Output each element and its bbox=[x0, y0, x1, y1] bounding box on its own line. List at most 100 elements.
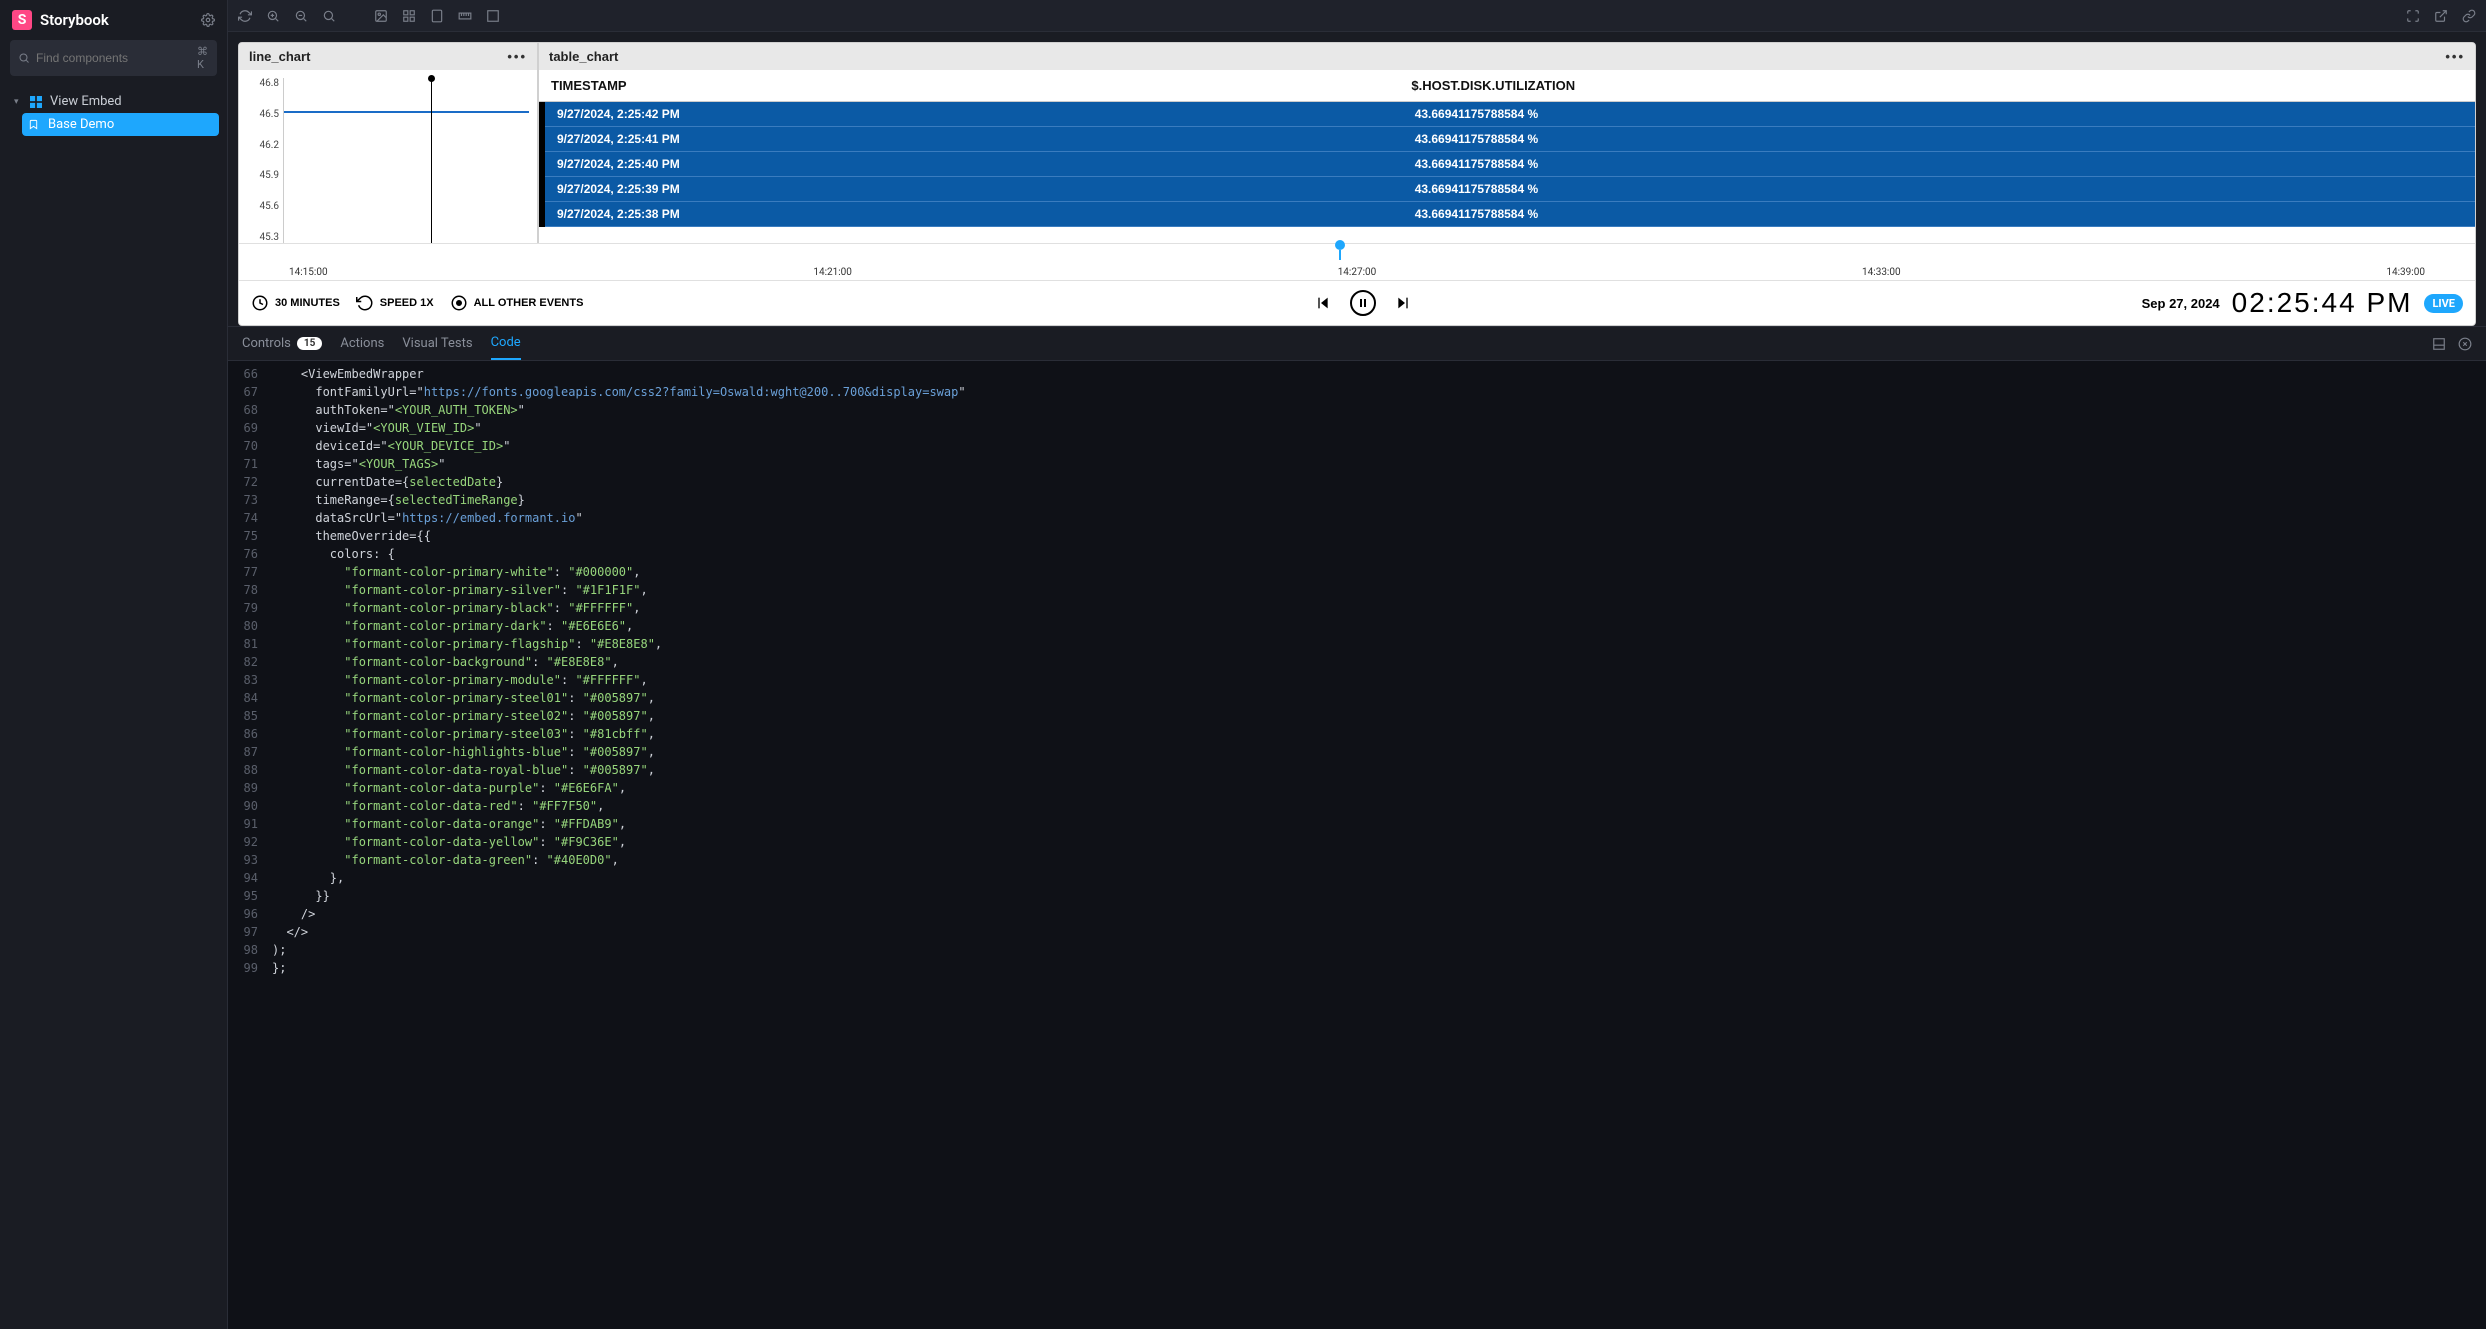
measure-icon[interactable] bbox=[458, 9, 472, 23]
chevron-down-icon: ▾ bbox=[14, 97, 24, 107]
sidebar-item-label: Base Demo bbox=[48, 117, 114, 132]
col-header-timestamp[interactable]: TIMESTAMP bbox=[551, 78, 1411, 93]
line-chart-panel: line_chart ••• 46.8 46.5 46.2 45.9 45.6 … bbox=[239, 43, 539, 243]
code-line: 71 tags="<YOUR_TAGS>" bbox=[228, 455, 2486, 473]
zoom-out-icon[interactable] bbox=[294, 9, 308, 23]
menu-icon[interactable] bbox=[201, 13, 215, 27]
x-tick: 14:27:00 bbox=[1338, 267, 1377, 278]
col-header-value[interactable]: $.HOST.DISK.UTILIZATION bbox=[1411, 78, 2463, 93]
table-row[interactable]: 9/27/2024, 2:25:41 PM43.66941175788584 % bbox=[545, 127, 2475, 152]
code-line: 75 themeOverride={{ bbox=[228, 527, 2486, 545]
storybook-logo-icon: S bbox=[12, 10, 32, 30]
y-tick: 46.5 bbox=[247, 109, 279, 120]
tab-actions[interactable]: Actions bbox=[340, 327, 384, 360]
more-icon[interactable]: ••• bbox=[507, 49, 527, 64]
code-line: 83 "formant-color-primary-module": "#FFF… bbox=[228, 671, 2486, 689]
code-line: 70 deviceId="<YOUR_DEVICE_ID>" bbox=[228, 437, 2486, 455]
more-icon[interactable]: ••• bbox=[2445, 49, 2465, 64]
copy-link-icon[interactable] bbox=[2462, 9, 2476, 23]
sidebar: S Storybook ⌘ K ▾ View Embed bbox=[0, 0, 228, 1329]
main: line_chart ••• 46.8 46.5 46.2 45.9 45.6 … bbox=[228, 0, 2486, 1329]
table-header: TIMESTAMP $.HOST.DISK.UTILIZATION bbox=[539, 70, 2475, 102]
events-button[interactable]: ALL OTHER EVENTS bbox=[450, 294, 584, 312]
code-line: 97 </> bbox=[228, 923, 2486, 941]
live-badge[interactable]: LIVE bbox=[2424, 294, 2463, 313]
cell-timestamp: 9/27/2024, 2:25:41 PM bbox=[557, 132, 1415, 146]
skip-forward-button[interactable] bbox=[1390, 290, 1416, 316]
story-tree: ▾ View Embed Base Demo bbox=[0, 86, 227, 140]
y-tick: 45.9 bbox=[247, 170, 279, 181]
open-new-tab-icon[interactable] bbox=[2434, 9, 2448, 23]
line-number: 92 bbox=[228, 833, 272, 851]
sync-icon[interactable] bbox=[238, 9, 252, 23]
table-row[interactable]: 9/27/2024, 2:25:39 PM43.66941175788584 % bbox=[545, 177, 2475, 202]
bookmark-icon bbox=[28, 119, 42, 130]
code-line: 87 "formant-color-highlights-blue": "#00… bbox=[228, 743, 2486, 761]
timeline[interactable] bbox=[239, 243, 2475, 265]
skip-back-button[interactable] bbox=[1310, 290, 1336, 316]
code-line: 82 "formant-color-background": "#E8E8E8"… bbox=[228, 653, 2486, 671]
line-number: 97 bbox=[228, 923, 272, 941]
line-number: 90 bbox=[228, 797, 272, 815]
line-number: 93 bbox=[228, 851, 272, 869]
code-line: 78 "formant-color-primary-silver": "#1F1… bbox=[228, 581, 2486, 599]
preview-canvas: line_chart ••• 46.8 46.5 46.2 45.9 45.6 … bbox=[238, 42, 2476, 326]
line-number: 71 bbox=[228, 455, 272, 473]
time-cursor[interactable] bbox=[431, 78, 432, 243]
line-number: 72 bbox=[228, 473, 272, 491]
line-number: 83 bbox=[228, 671, 272, 689]
line-number: 68 bbox=[228, 401, 272, 419]
pause-button[interactable] bbox=[1350, 290, 1376, 316]
addon-orientation-icon[interactable] bbox=[2432, 337, 2446, 351]
line-number: 98 bbox=[228, 941, 272, 959]
x-tick: 14:39:00 bbox=[2386, 267, 2425, 278]
events-label: ALL OTHER EVENTS bbox=[474, 297, 584, 309]
code-line: 73 timeRange={selectedTimeRange} bbox=[228, 491, 2486, 509]
speed-label: SPEED 1X bbox=[380, 297, 434, 309]
grid-icon[interactable] bbox=[402, 9, 416, 23]
timeline-playhead[interactable] bbox=[1335, 240, 1345, 250]
code-line: 90 "formant-color-data-red": "#FF7F50", bbox=[228, 797, 2486, 815]
code-line: 96 /> bbox=[228, 905, 2486, 923]
duration-button[interactable]: 30 MINUTES bbox=[251, 294, 340, 312]
line-chart[interactable]: 46.8 46.5 46.2 45.9 45.6 45.3 bbox=[239, 70, 537, 243]
sidebar-item-view-embed[interactable]: ▾ View Embed bbox=[8, 90, 219, 113]
fullscreen-icon[interactable] bbox=[2406, 9, 2420, 23]
logo[interactable]: S Storybook bbox=[12, 10, 109, 30]
close-addons-icon[interactable] bbox=[2458, 337, 2472, 351]
tab-visual-tests[interactable]: Visual Tests bbox=[402, 327, 472, 360]
line-number: 99 bbox=[228, 959, 272, 977]
code-line: 67 fontFamilyUrl="https://fonts.googleap… bbox=[228, 383, 2486, 401]
zoom-reset-icon[interactable] bbox=[322, 9, 336, 23]
code-line: 86 "formant-color-primary-steel03": "#81… bbox=[228, 725, 2486, 743]
table-row[interactable]: 9/27/2024, 2:25:38 PM43.66941175788584 % bbox=[545, 202, 2475, 227]
sidebar-item-base-demo[interactable]: Base Demo bbox=[22, 113, 219, 136]
table-row[interactable]: 9/27/2024, 2:25:40 PM43.66941175788584 % bbox=[545, 152, 2475, 177]
line-number: 95 bbox=[228, 887, 272, 905]
viewport-icon[interactable] bbox=[430, 9, 444, 23]
tab-controls[interactable]: Controls 15 bbox=[242, 327, 322, 360]
background-icon[interactable] bbox=[374, 9, 388, 23]
code-line: 69 viewId="<YOUR_VIEW_ID>" bbox=[228, 419, 2486, 437]
line-number: 66 bbox=[228, 365, 272, 383]
current-date: Sep 27, 2024 bbox=[2142, 296, 2220, 311]
speed-button[interactable]: SPEED 1X bbox=[356, 294, 434, 312]
line-number: 80 bbox=[228, 617, 272, 635]
x-tick: 14:33:00 bbox=[1862, 267, 1901, 278]
line-number: 84 bbox=[228, 689, 272, 707]
zoom-in-icon[interactable] bbox=[266, 9, 280, 23]
code-viewer[interactable]: 66 <ViewEmbedWrapper67 fontFamilyUrl="ht… bbox=[228, 361, 2486, 1329]
search-input[interactable] bbox=[36, 51, 191, 65]
panel-title: table_chart bbox=[549, 49, 618, 64]
outline-icon[interactable] bbox=[486, 9, 500, 23]
y-tick: 46.8 bbox=[247, 78, 279, 89]
addons-panel: Controls 15 Actions Visual Tests Code 66… bbox=[228, 326, 2486, 1329]
x-tick: 14:21:00 bbox=[813, 267, 852, 278]
search-input-wrap[interactable]: ⌘ K bbox=[10, 40, 217, 76]
tab-label: Code bbox=[491, 335, 521, 350]
search-icon bbox=[18, 52, 30, 64]
tab-code[interactable]: Code bbox=[491, 327, 521, 360]
line-number: 88 bbox=[228, 761, 272, 779]
table-row[interactable]: 9/27/2024, 2:25:42 PM43.66941175788584 % bbox=[545, 102, 2475, 127]
y-tick: 46.2 bbox=[247, 140, 279, 151]
